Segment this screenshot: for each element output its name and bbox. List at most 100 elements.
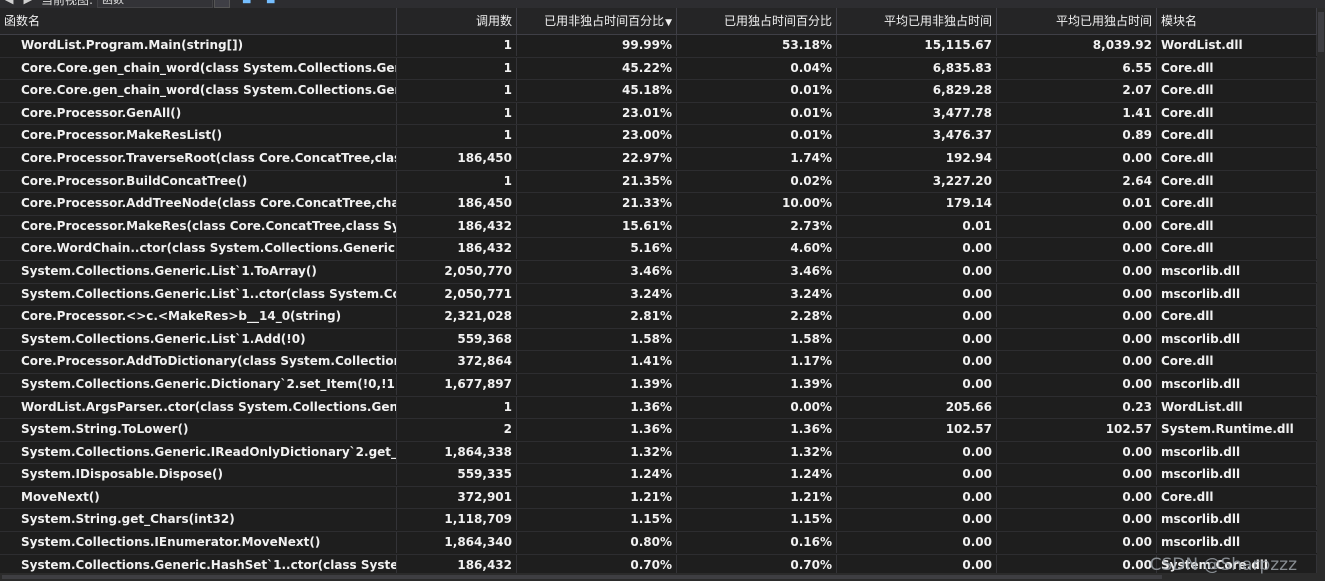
call-count-cell: 1 (397, 35, 517, 56)
table-row[interactable]: System.Collections.Generic.List`1.Add(!0… (0, 328, 1317, 352)
table-row[interactable]: System.String.ToLower() 2 1.36% 1.36% 102.57… (0, 419, 1317, 442)
table-row[interactable]: Core.WordChain..ctor(class System.Collec… (0, 238, 1317, 261)
view-label: 当前视图: (40, 0, 93, 7)
table-row[interactable]: System.Collections.Generic.HashSet`1..ct… (0, 554, 1317, 573)
exclusive-pct-cell: 2.28% (677, 306, 837, 328)
call-count-cell: 1 (397, 102, 517, 124)
module-name-cell: WordList.dll (1157, 396, 1317, 418)
table-row[interactable]: System.Collections.Generic.List`1.ToArra… (0, 260, 1317, 284)
table-row[interactable]: System.Collections.Generic.IReadOnlyDict… (0, 441, 1317, 465)
col-header-inclusive-pct[interactable]: 已用非独占时间百分比▼ (517, 8, 677, 34)
exclusive-pct-cell: 3.24% (677, 283, 837, 305)
module-name-cell: Core.dll (1157, 306, 1317, 328)
scroll-thumb[interactable] (1318, 12, 1324, 52)
table-row[interactable]: Core.Processor.MakeRes(class Core.Concat… (0, 215, 1317, 239)
table-row[interactable]: Core.Processor.AddToDictionary(class Sys… (0, 351, 1317, 374)
module-name-cell: mscorlib.dll (1157, 441, 1317, 463)
horizontal-scrollbar[interactable] (0, 573, 1325, 581)
avg-exclusive-cell: 0.00 (997, 464, 1157, 486)
table-row[interactable]: WordList.ArgsParser..ctor(class System.C… (0, 396, 1317, 420)
module-name-cell: Core.dll (1157, 147, 1317, 169)
col-header-call-count[interactable]: 调用数 (397, 8, 517, 34)
function-name-cell: Core.Processor.AddTreeNode(class Core.Co… (0, 193, 397, 215)
call-count-cell: 1,118,709 (397, 509, 517, 531)
call-count-cell: 1,864,340 (397, 532, 517, 554)
table-row[interactable]: Core.Processor.GenAll() 1 23.01% 0.01% 3,477… (0, 102, 1317, 126)
table-row[interactable]: Core.Processor.MakeResList() 1 23.00% 0.01%… (0, 125, 1317, 148)
filter-icon[interactable]: ■ (266, 0, 278, 6)
exclusive-pct-cell: 0.01% (677, 102, 837, 124)
table-row[interactable]: Core.Processor.BuildConcatTree() 1 21.35% 0… (0, 170, 1317, 194)
avg-inclusive-cell: 0.00 (837, 351, 997, 373)
vertical-scrollbar[interactable] (1317, 8, 1325, 573)
col-header-label: 模块名 (1161, 14, 1198, 28)
export-icon[interactable]: ■ (242, 0, 254, 6)
call-count-cell: 2 (397, 419, 517, 441)
call-count-cell: 1 (397, 80, 517, 102)
forward-icon[interactable]: ▶ (23, 0, 31, 6)
exclusive-pct-cell: 1.36% (677, 419, 837, 441)
module-name-cell: System.Runtime.dll (1157, 419, 1317, 441)
col-header-avg-inclusive[interactable]: 平均已用非独占时间 (837, 8, 997, 34)
call-count-cell: 186,450 (397, 193, 517, 215)
inclusive-pct-cell: 3.24% (517, 283, 677, 305)
function-name-cell: System.Collections.Generic.List`1..ctor(… (0, 283, 397, 305)
module-name-cell: Core.dll (1157, 125, 1317, 147)
exclusive-pct-cell: 1.24% (677, 464, 837, 486)
table-row[interactable]: System.IDisposable.Dispose() 559,335 1.24%… (0, 464, 1317, 487)
avg-exclusive-cell: 2.64 (997, 170, 1157, 192)
col-header-avg-exclusive[interactable]: 平均已用独占时间 (997, 8, 1157, 34)
avg-inclusive-cell: 6,829.28 (837, 80, 997, 102)
function-name-cell: System.Collections.Generic.List`1.ToArra… (0, 260, 397, 282)
exclusive-pct-cell: 0.01% (677, 125, 837, 147)
col-header-module-name[interactable]: 模块名 (1157, 8, 1317, 34)
avg-exclusive-cell: 2.07 (997, 80, 1157, 102)
avg-inclusive-cell: 0.00 (837, 260, 997, 282)
call-count-cell: 559,368 (397, 328, 517, 350)
exclusive-pct-cell: 2.73% (677, 215, 837, 237)
col-header-label: 已用非独占时间百分比 (544, 14, 665, 28)
call-count-cell: 186,432 (397, 554, 517, 573)
avg-exclusive-cell: 102.57 (997, 419, 1157, 441)
avg-inclusive-cell: 0.00 (837, 532, 997, 554)
avg-exclusive-cell: 0.00 (997, 147, 1157, 169)
exclusive-pct-cell: 1.58% (677, 328, 837, 350)
inclusive-pct-cell: 23.01% (517, 102, 677, 124)
table-row[interactable]: Core.Core.gen_chain_word(class System.Co… (0, 80, 1317, 103)
table-row[interactable]: Core.Processor.AddTreeNode(class Core.Co… (0, 193, 1317, 216)
call-count-cell: 372,864 (397, 351, 517, 373)
table-row[interactable]: MoveNext() 372,901 1.21% 1.21% 0.00 0.00 Core.… (0, 486, 1317, 510)
back-icon[interactable]: ◀ (5, 0, 13, 6)
exclusive-pct-cell: 3.46% (677, 260, 837, 282)
table-row[interactable]: Core.Core.gen_chain_word(class System.Co… (0, 57, 1317, 81)
table-row[interactable]: WordList.Program.Main(string[]) 1 99.99% 53… (0, 35, 1317, 58)
table-row[interactable]: Core.Processor.<>c.<MakeRes>b__14_0(stri… (0, 306, 1317, 329)
table-row[interactable]: Core.Processor.TraverseRoot(class Core.C… (0, 147, 1317, 171)
chevron-down-icon[interactable] (213, 0, 230, 8)
avg-inclusive-cell: 0.00 (837, 373, 997, 395)
inclusive-pct-cell: 2.81% (517, 306, 677, 328)
call-count-cell: 1 (397, 170, 517, 192)
table-row[interactable]: System.Collections.IEnumerator.MoveNext(… (0, 532, 1317, 555)
avg-exclusive-cell: 1.41 (997, 102, 1157, 124)
view-select[interactable]: 函数 (96, 0, 213, 8)
avg-inclusive-cell: 0.00 (837, 554, 997, 573)
avg-inclusive-cell: 0.00 (837, 238, 997, 260)
avg-inclusive-cell: 192.94 (837, 147, 997, 169)
scroll-thumb[interactable] (2, 575, 1162, 579)
table-row[interactable]: System.Collections.Generic.List`1..ctor(… (0, 283, 1317, 307)
inclusive-pct-cell: 1.15% (517, 509, 677, 531)
col-header-exclusive-pct[interactable]: 已用独占时间百分比 (677, 8, 837, 34)
module-name-cell: Core.dll (1157, 102, 1317, 124)
exclusive-pct-cell: 1.15% (677, 509, 837, 531)
avg-inclusive-cell: 0.00 (837, 441, 997, 463)
exclusive-pct-cell: 1.74% (677, 147, 837, 169)
col-header-function-name[interactable]: 函数名 (0, 8, 397, 34)
call-count-cell: 1,864,338 (397, 441, 517, 463)
table-row[interactable]: System.Collections.Generic.Dictionary`2.… (0, 373, 1317, 397)
call-count-cell: 559,335 (397, 464, 517, 486)
exclusive-pct-cell: 4.60% (677, 238, 837, 260)
table-row[interactable]: System.String.get_Chars(int32) 1,118,709 1… (0, 509, 1317, 533)
avg-exclusive-cell: 0.00 (997, 486, 1157, 508)
inclusive-pct-cell: 1.21% (517, 486, 677, 508)
